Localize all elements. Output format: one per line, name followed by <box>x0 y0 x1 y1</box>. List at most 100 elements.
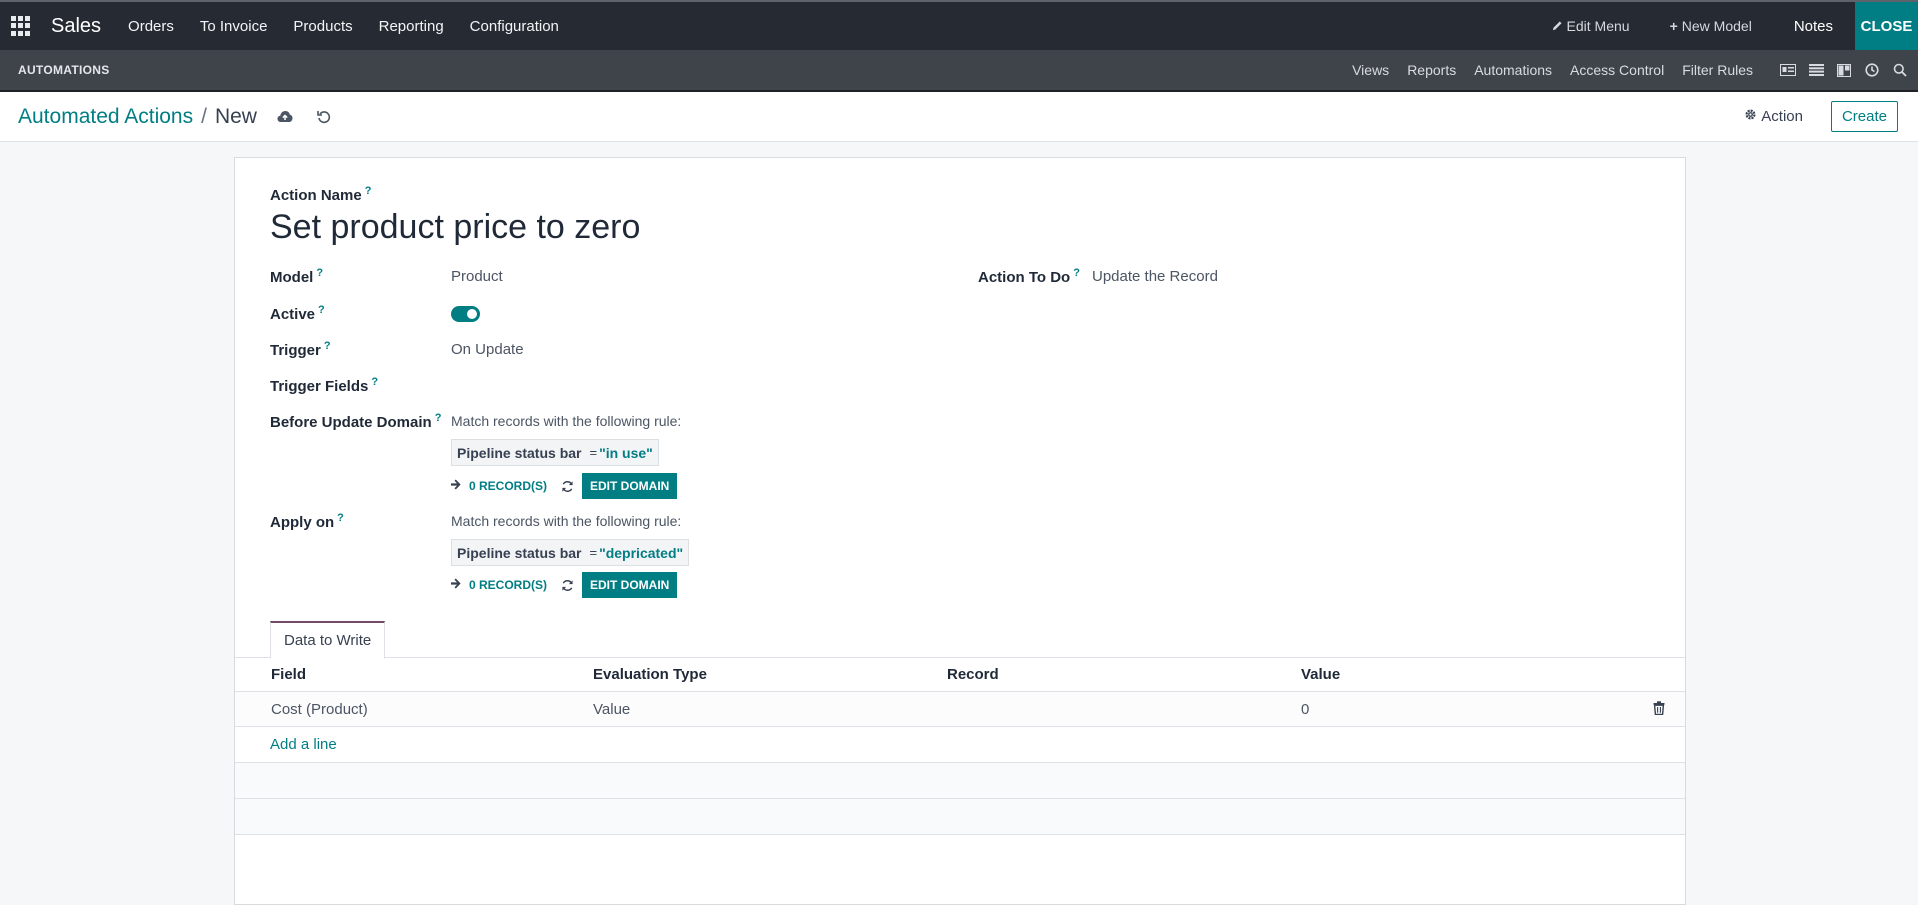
gear-icon <box>1744 108 1757 125</box>
apply-on-label-text: Apply on <box>270 514 335 531</box>
form-view-icon[interactable] <box>1780 63 1796 77</box>
menu-item-products[interactable]: Products <box>280 18 365 35</box>
studio-view-switcher <box>1780 63 1908 77</box>
edit-menu-button[interactable]: Edit Menu <box>1532 18 1650 34</box>
top-navbar: Sales Orders To Invoice Products Reporti… <box>0 0 1918 50</box>
studio-menu-access-control[interactable]: Access Control <box>1561 62 1673 78</box>
apply-on-domain-actions: 0 RECORD(S) EDIT DOMAIN <box>451 572 678 598</box>
rule-operator: = <box>589 445 598 460</box>
app-name[interactable]: Sales <box>51 15 101 38</box>
trigger-label: Trigger? <box>270 340 331 359</box>
list-view-icon[interactable] <box>1808 63 1824 77</box>
studio-menu-filter-rules[interactable]: Filter Rules <box>1673 62 1762 78</box>
studio-menu-reports[interactable]: Reports <box>1398 62 1465 78</box>
menu-item-orders[interactable]: Orders <box>115 18 187 35</box>
help-tooltip-icon[interactable]: ? <box>365 185 372 197</box>
before-update-domain-label: Before Update Domain? <box>270 412 441 431</box>
trigger-fields-label-text: Trigger Fields <box>270 378 369 395</box>
new-model-button[interactable]: + New Model <box>1650 18 1772 34</box>
breadcrumb-automated-actions[interactable]: Automated Actions <box>18 105 193 129</box>
action-menu-button[interactable]: Action <box>1744 108 1803 125</box>
studio-menu: Views Reports Automations Access Control… <box>1343 62 1762 78</box>
studio-menu-bar: AUTOMATIONS Views Reports Automations Ac… <box>0 50 1918 92</box>
refresh-icon[interactable] <box>561 480 574 493</box>
help-tooltip-icon[interactable]: ? <box>371 376 378 388</box>
active-label-text: Active <box>270 306 316 323</box>
model-label-text: Model <box>270 269 314 286</box>
activity-view-icon[interactable] <box>1864 63 1880 77</box>
studio-top-actions: Edit Menu + New Model Notes CLOSE <box>1532 2 1918 50</box>
breadcrumb-current: New <box>214 104 257 128</box>
action-to-do-field[interactable]: Update the Record <box>1092 268 1218 285</box>
column-header-field[interactable]: Field <box>271 666 306 683</box>
model-field[interactable]: Product <box>451 268 503 285</box>
table-row[interactable]: Cost (Product) Value 0 <box>235 692 1685 727</box>
trigger-field[interactable]: On Update <box>451 341 524 358</box>
help-tooltip-icon[interactable]: ? <box>435 412 442 424</box>
action-menu-label: Action <box>1761 108 1803 125</box>
action-name-input[interactable]: Set product price to zero <box>270 208 640 247</box>
create-button[interactable]: Create <box>1830 101 1898 132</box>
add-line-row: Add a line <box>235 727 1685 763</box>
records-count: 0 RECORD(S) <box>469 479 548 493</box>
before-update-domain-intro: Match records with the following rule: <box>451 413 682 429</box>
apply-on-intro: Match records with the following rule: <box>451 513 682 529</box>
kanban-view-icon[interactable] <box>1836 63 1852 77</box>
table-header: Field Evaluation Type Record Value <box>235 658 1685 692</box>
rule-operator: = <box>589 545 598 560</box>
empty-table-row <box>235 763 1685 799</box>
help-tooltip-icon[interactable]: ? <box>337 512 344 524</box>
edit-menu-label: Edit Menu <box>1566 18 1630 34</box>
tab-data-to-write[interactable]: Data to Write <box>270 621 386 659</box>
rule-value: "depricated" <box>599 544 684 561</box>
help-tooltip-icon[interactable]: ? <box>318 304 325 316</box>
apply-on-label: Apply on? <box>270 512 344 531</box>
notebook-tabs: Data to Write <box>235 621 1685 659</box>
search-icon[interactable] <box>1892 63 1908 77</box>
before-update-domain-rule[interactable]: Pipeline status bar = "in use" <box>451 439 659 466</box>
studio-menu-automations[interactable]: Automations <box>1465 62 1561 78</box>
cell-value[interactable]: 0 <box>1301 701 1309 718</box>
arrow-right-icon <box>451 578 461 592</box>
before-update-domain-label-text: Before Update Domain <box>270 414 432 431</box>
edit-domain-button[interactable]: EDIT DOMAIN <box>582 473 678 499</box>
help-tooltip-icon[interactable]: ? <box>1073 267 1080 279</box>
help-tooltip-icon[interactable]: ? <box>324 340 331 352</box>
cell-field[interactable]: Cost (Product) <box>271 701 368 718</box>
apps-menu-icon[interactable] <box>11 16 31 36</box>
action-name-label: Action Name? <box>270 185 371 204</box>
menu-item-reporting[interactable]: Reporting <box>366 18 457 35</box>
active-toggle[interactable] <box>451 306 480 322</box>
edit-domain-button[interactable]: EDIT DOMAIN <box>582 572 678 598</box>
apply-on-records-link[interactable]: 0 RECORD(S) <box>451 578 547 592</box>
menu-item-configuration[interactable]: Configuration <box>457 18 572 35</box>
form-sheet: Action Name? Set product price to zero M… <box>234 157 1686 905</box>
trash-icon[interactable] <box>1653 701 1665 719</box>
control-panel: Automated Actions / New Action Create <box>0 92 1918 142</box>
column-header-record[interactable]: Record <box>947 666 999 683</box>
studio-section-title: AUTOMATIONS <box>18 63 110 77</box>
refresh-icon[interactable] <box>561 579 574 592</box>
empty-table-row <box>235 799 1685 835</box>
before-update-records-link[interactable]: 0 RECORD(S) <box>451 479 547 493</box>
menu-item-to-invoice[interactable]: To Invoice <box>187 18 281 35</box>
help-tooltip-icon[interactable]: ? <box>316 267 323 279</box>
column-header-value[interactable]: Value <box>1301 666 1340 683</box>
breadcrumb-separator: / <box>201 104 207 128</box>
studio-menu-views[interactable]: Views <box>1343 62 1398 78</box>
arrow-right-icon <box>451 479 461 493</box>
active-label: Active? <box>270 304 325 323</box>
cell-evaluation-type[interactable]: Value <box>593 701 630 718</box>
add-a-line-link[interactable]: Add a line <box>270 736 337 753</box>
action-name-label-text: Action Name <box>270 187 362 204</box>
notes-button[interactable]: Notes <box>1772 18 1855 35</box>
save-cloud-icon[interactable] <box>277 110 293 123</box>
apply-on-domain-rule[interactable]: Pipeline status bar = "depricated" <box>451 539 690 566</box>
column-header-evaluation-type[interactable]: Evaluation Type <box>593 666 707 683</box>
breadcrumb: Automated Actions / New <box>18 105 257 129</box>
discard-undo-icon[interactable] <box>317 110 331 124</box>
close-studio-button[interactable]: CLOSE <box>1855 2 1918 50</box>
records-count: 0 RECORD(S) <box>469 578 548 592</box>
trigger-fields-label: Trigger Fields? <box>270 376 378 395</box>
rule-field-path: Pipeline status bar <box>457 544 582 561</box>
